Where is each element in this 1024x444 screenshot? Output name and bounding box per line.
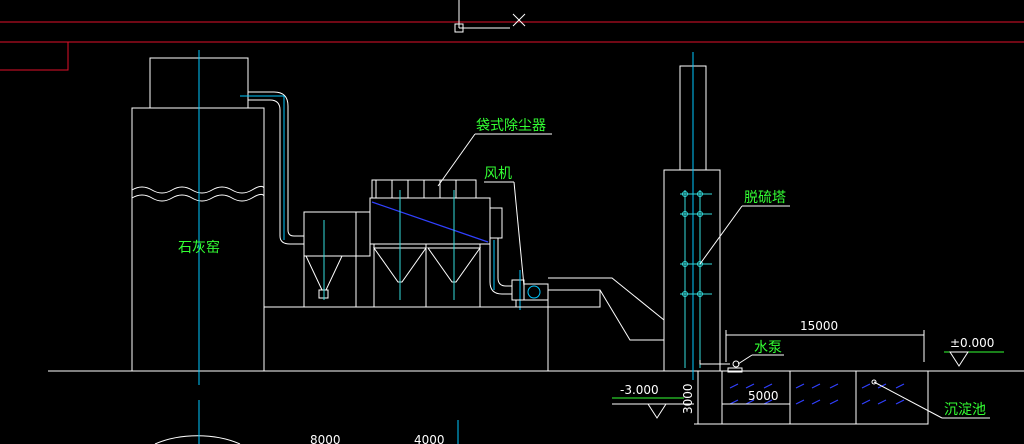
elevation-zero: ±0.000 [950,336,994,350]
dim-3000: 3000 [681,383,695,414]
dim-4000: 4000 [414,433,445,444]
drawing-border [0,21,1024,71]
elevation-minus: -3.000 [620,383,659,397]
flue-duct [240,91,304,245]
fan-duct [489,238,512,295]
water-pump-label: 水泵 [754,340,782,356]
kiln-label: 石灰窑 [178,239,220,256]
cursor-crosshair-icon [454,0,526,33]
fan [511,270,549,310]
equipment-platform [264,306,549,371]
bag-filter-label: 袋式除尘器 [476,118,546,134]
settling-tank [700,370,929,425]
process-drawing: 石灰窑 袋式除尘器 风机 脱硫塔 水泵 沉淀池 15000 5000 3000 … [0,0,1024,444]
desulfurization-tower-label: 脱硫塔 [744,190,786,206]
dim-15000: 15000 [800,319,838,333]
settling-tank-label: 沉淀池 [944,402,986,418]
dimension-lines [694,330,925,425]
bag-filter [369,179,503,307]
leader-lines [437,133,990,419]
dim-8000: 8000 [310,433,341,444]
bottom-arc [154,435,241,444]
cyclone-separator [303,211,371,307]
dim-5000: 5000 [748,389,779,403]
lime-kiln [131,50,265,385]
tower-duct [548,277,665,341]
desulfurization-tower [663,52,730,380]
fan-label: 风机 [484,166,512,182]
